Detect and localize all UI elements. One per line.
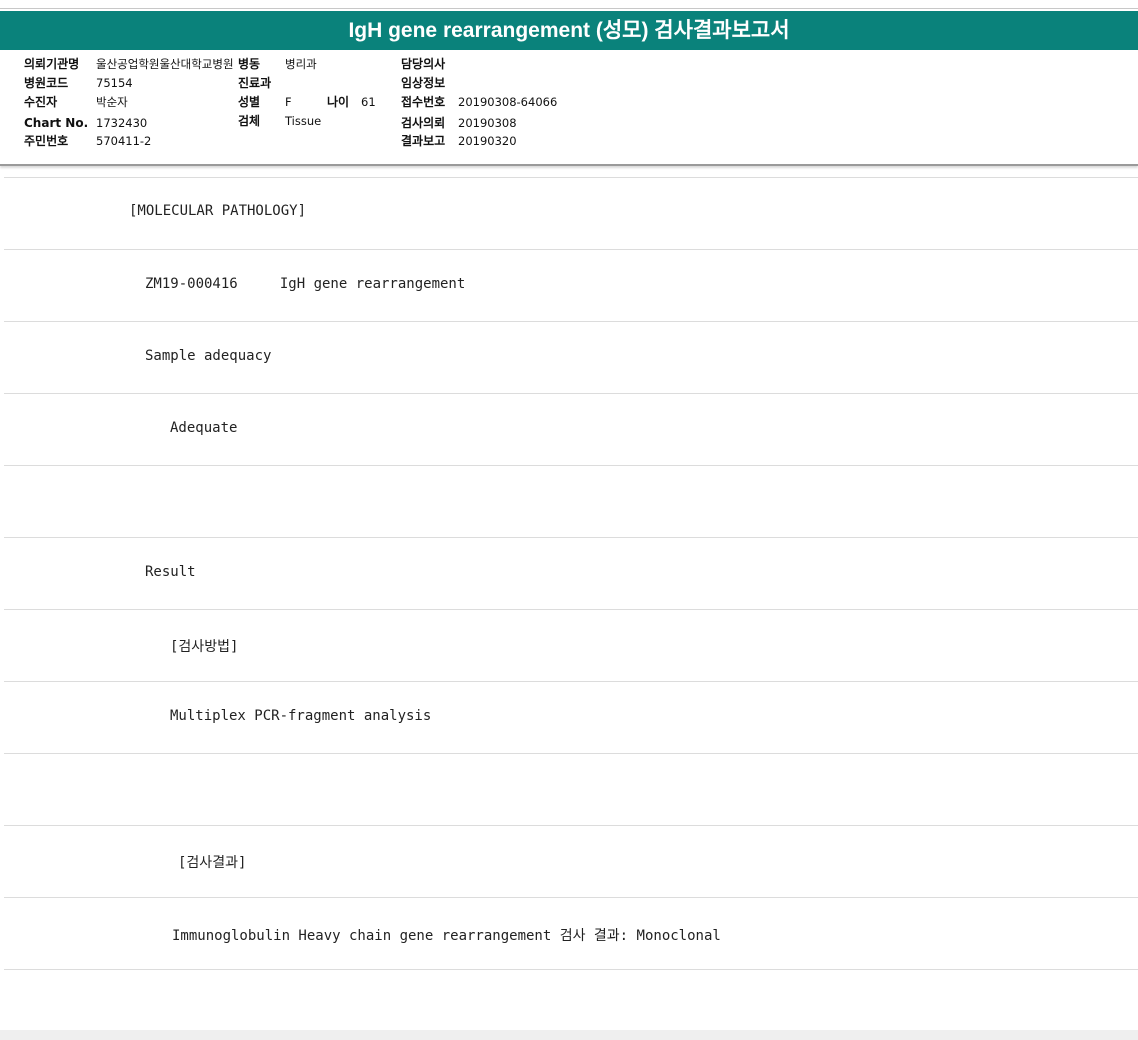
clinical-info-label: 임상정보: [401, 76, 446, 90]
request-date-label: 검사의뢰: [401, 116, 446, 130]
report-line: ZM19-000416 IgH gene rearrangement: [4, 250, 1138, 322]
ward-label: 병동: [238, 57, 261, 71]
report-title: IgH gene rearrangement (성모) 검사결과보고서: [0, 9, 1138, 50]
request-date-value: 20190308: [458, 116, 517, 130]
patient-label: 수진자: [24, 95, 58, 109]
sample-adequacy-value: Adequate: [170, 420, 238, 436]
top-border: [0, 0, 1138, 9]
method-value: Multiplex PCR-fragment analysis: [170, 708, 432, 724]
specimen-label: 검체: [238, 114, 261, 128]
hospital-code-value: 75154: [96, 76, 133, 90]
bottom-bar: [0, 1030, 1138, 1040]
id-number-label: 주민번호: [24, 134, 69, 148]
report-line: Result: [4, 538, 1138, 610]
age-value: 61: [361, 95, 376, 109]
ward-value: 병리과: [285, 57, 317, 71]
report-body: [MOLECULAR PATHOLOGY] ZM19-000416 IgH ge…: [0, 178, 1138, 970]
report-date-value: 20190320: [458, 134, 517, 148]
report-line: Immunoglobulin Heavy chain gene rearrang…: [4, 898, 1138, 970]
report-line: [검사결과]: [4, 826, 1138, 898]
receipt-no-label: 접수번호: [401, 95, 446, 109]
method-heading: [검사방법]: [170, 639, 239, 655]
receipt-no-value: 20190308-64066: [458, 95, 558, 109]
doctor-label: 담당의사: [401, 57, 446, 71]
chart-no-value: 1732430: [96, 116, 148, 130]
specimen-value: Tissue: [285, 114, 322, 128]
sample-adequacy-heading: Sample adequacy: [145, 348, 272, 364]
result-value: Immunoglobulin Heavy chain gene rearrang…: [172, 928, 721, 944]
report-line: Adequate: [4, 394, 1138, 466]
chart-no-label: Chart No.: [24, 116, 89, 130]
hospital-code-label: 병원코드: [24, 76, 69, 90]
institution-label: 의뢰기관명: [24, 57, 80, 71]
age-label: 나이: [327, 95, 350, 109]
department-label: 진료과: [238, 76, 272, 90]
report-page: IgH gene rearrangement (성모) 검사결과보고서 의뢰기관…: [0, 0, 1138, 1040]
report-line: Sample adequacy: [4, 322, 1138, 394]
id-number-value: 570411-2: [96, 134, 152, 148]
section-heading: [MOLECULAR PATHOLOGY]: [129, 203, 307, 219]
sex-label: 성별: [238, 95, 261, 109]
report-line: Multiplex PCR-fragment analysis: [4, 682, 1138, 754]
report-line: [4, 466, 1138, 538]
report-line: [검사방법]: [4, 610, 1138, 682]
patient-info-header: 의뢰기관명 울산공업학원울산대학교병원 병동 병리과 담당의사 병원코드 751…: [0, 48, 1138, 166]
result-heading: Result: [145, 564, 196, 580]
sex-value: F: [285, 95, 292, 109]
report-line: [4, 754, 1138, 826]
report-date-label: 결과보고: [401, 134, 446, 148]
result-section-heading: [검사결과]: [178, 855, 247, 871]
report-line: [MOLECULAR PATHOLOGY]: [4, 178, 1138, 250]
institution-value: 울산공업학원울산대학교병원: [96, 57, 234, 71]
patient-value: 박순자: [96, 95, 128, 109]
test-id-line: ZM19-000416 IgH gene rearrangement: [145, 276, 466, 292]
